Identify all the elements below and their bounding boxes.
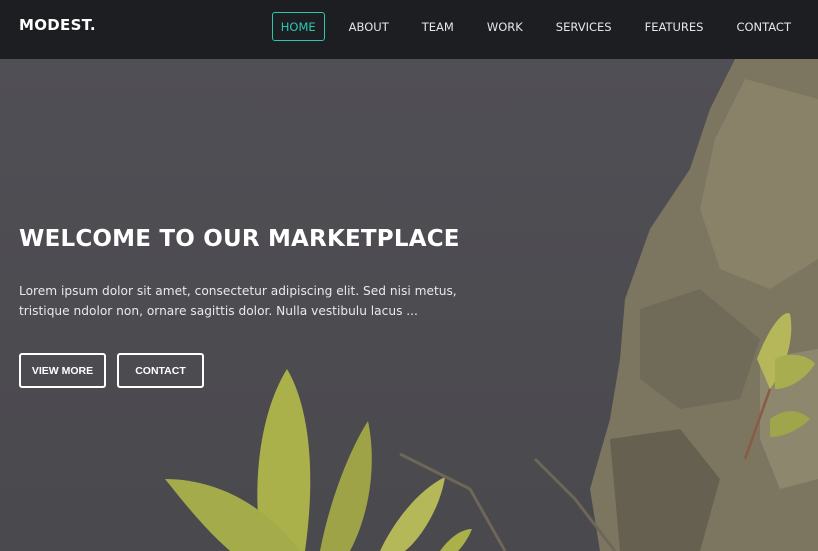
contact-button[interactable]: CONTACT [117, 353, 204, 388]
nav-item-team[interactable]: TEAM [413, 12, 463, 41]
hero-title: WELCOME TO OUR MARKETPLACE [19, 226, 460, 252]
top-navbar: MODEST. HOME ABOUT TEAM WORK SERVICES FE… [0, 0, 818, 59]
nav-item-about[interactable]: ABOUT [340, 12, 398, 41]
hero-section: WELCOME TO OUR MARKETPLACE Lorem ipsum d… [0, 59, 818, 551]
hero-description: Lorem ipsum dolor sit amet, consectetur … [19, 284, 457, 318]
main-nav: HOME ABOUT TEAM WORK SERVICES FEATURES C… [257, 12, 800, 41]
nav-item-services[interactable]: SERVICES [547, 12, 621, 41]
nav-item-features[interactable]: FEATURES [636, 12, 713, 41]
site-logo[interactable]: MODEST. [19, 16, 96, 34]
nav-item-home[interactable]: HOME [271, 12, 325, 41]
nav-item-work[interactable]: WORK [478, 12, 532, 41]
view-more-button[interactable]: VIEW MORE [19, 353, 106, 388]
nav-item-contact[interactable]: CONTACT [727, 12, 800, 41]
